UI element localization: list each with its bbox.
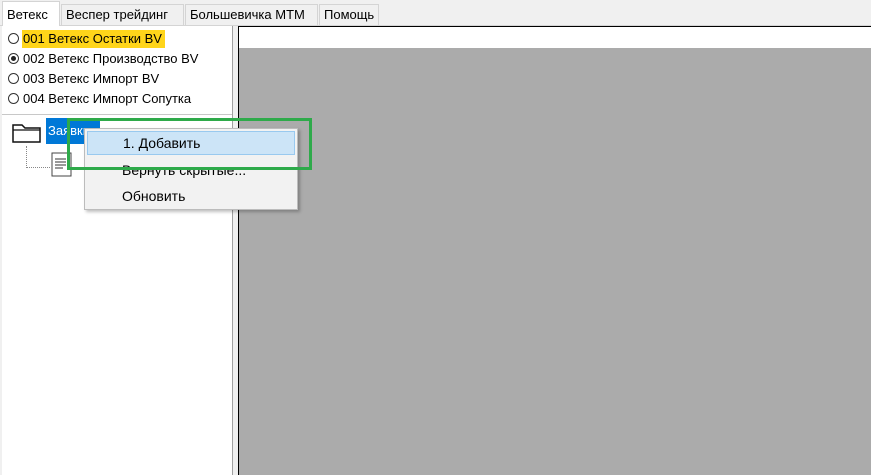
radio-label: 003 Ветекс Импорт BV [23,71,160,86]
right-header-strip [238,26,871,48]
folder-icon[interactable] [12,122,42,144]
menu-item-add[interactable]: 1. Добавить [87,131,295,155]
radio-button[interactable] [8,53,19,64]
document-icon[interactable] [51,152,73,178]
tab-strip: Ветекс Веспер трейдинг Большевичка МТМ П… [0,0,871,26]
radio-label: 001 Ветекс Остатки BV [22,30,165,48]
tree-connector [26,146,27,168]
radio-button[interactable] [8,73,19,84]
radio-button[interactable] [8,33,19,44]
tab-help[interactable]: Помощь [319,4,379,25]
radio-label: 002 Ветекс Производство BV [23,51,199,66]
workspace-area [238,48,871,475]
tree-connector [26,167,50,168]
divider [2,114,232,115]
tab-bolshevichka-mtm[interactable]: Большевичка МТМ [185,4,318,25]
left-panel: 001 Ветекс Остатки BV 002 Ветекс Произво… [2,26,233,475]
tab-vetex[interactable]: Ветекс [2,1,60,26]
menu-item-refresh[interactable]: Обновить [87,184,295,208]
tab-vesper-trading[interactable]: Веспер трейдинг [61,4,184,25]
radio-button[interactable] [8,93,19,104]
radio-label: 004 Ветекс Импорт Сопутка [23,91,192,106]
menu-item-restore-hidden[interactable]: Вернуть скрытые... [87,158,295,182]
context-menu: 1. Добавить Вернуть скрытые... Обновить [84,128,298,210]
